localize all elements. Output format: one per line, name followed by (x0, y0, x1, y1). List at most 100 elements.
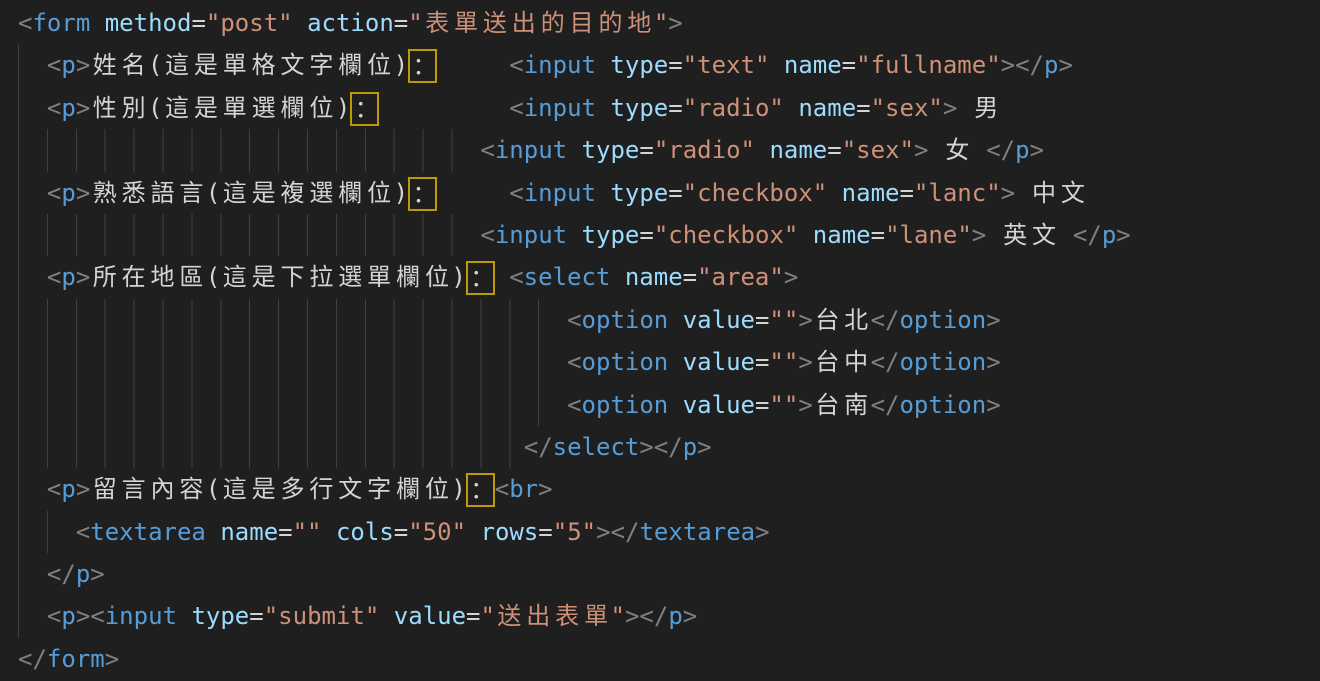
code-token-tag: p (61, 475, 75, 503)
cjk-char: 言 (119, 468, 148, 510)
code-token-tag: input (524, 94, 596, 122)
code-token-txt (379, 94, 509, 122)
cjk-char: 下 (278, 256, 307, 298)
cjk-char: 字 (307, 44, 336, 86)
code-token-txt (567, 136, 581, 164)
indent-guides (18, 341, 567, 383)
code-token-tag: input (524, 179, 596, 207)
code-token-txt (596, 94, 610, 122)
code-token-att: type (610, 94, 668, 122)
code-line-6[interactable]: <input type="checkbox" name="lane"> 英文 <… (18, 214, 1320, 256)
code-token-tag: textarea (639, 518, 755, 546)
code-token-opr: = (639, 221, 653, 249)
cjk-char: 南 (842, 384, 871, 426)
code-token-str: "表單送出的目的地" (408, 9, 668, 37)
code-token-txt (90, 9, 104, 37)
code-token-att: name (784, 51, 842, 79)
code-editor[interactable]: <form method="post" action="表單送出的目的地"> <… (0, 0, 1320, 681)
code-token-opr: = (899, 179, 913, 207)
code-line-7[interactable]: <p>所在地區(這是下拉選單欄位)： <select name="area"> (18, 256, 1320, 298)
code-token-brk: </ (18, 645, 47, 673)
code-token-txt: 台中 (813, 348, 871, 376)
indent-guides (18, 172, 47, 214)
code-line-2[interactable]: <p>姓名(這是單格文字欄位)： <input type="text" name… (18, 44, 1320, 86)
indent-guides (18, 214, 480, 256)
code-token-brk: > (1001, 51, 1015, 79)
cjk-char: ： (468, 475, 497, 505)
code-token-txt: 所在地區(這是下拉選單欄位) (90, 263, 466, 291)
code-token-opr: = (249, 602, 263, 630)
cjk-char: ： (468, 263, 497, 293)
code-token-brk: > (1116, 221, 1130, 249)
cjk-char: 單 (220, 44, 249, 86)
code-token-txt (798, 221, 812, 249)
code-token-brk: > (972, 221, 986, 249)
code-line-11[interactable]: </select></p> (18, 426, 1320, 468)
code-token-str: "sex" (871, 94, 943, 122)
cjk-char: 單 (582, 595, 611, 637)
code-token-att: name (625, 263, 683, 291)
code-line-12[interactable]: <p>留言內容(這是多行文字欄位)：<br> (18, 468, 1320, 510)
cjk-char: 位 (423, 468, 452, 510)
cjk-char: 中 (1030, 172, 1059, 214)
code-token-str: "5" (553, 518, 596, 546)
code-token-brk: < (47, 94, 61, 122)
cjk-char: ： (352, 94, 381, 124)
code-line-13[interactable]: <textarea name="" cols="50" rows="5"></t… (18, 511, 1320, 553)
code-token-txt: 性別(這是單選欄位) (90, 94, 350, 122)
code-line-16[interactable]: </form> (18, 638, 1320, 680)
cjk-char: 內 (148, 468, 177, 510)
code-token-tag: p (61, 602, 75, 630)
cjk-char: 文 (1030, 214, 1059, 256)
code-token-opr: = (842, 51, 856, 79)
code-token-str: "radio" (683, 94, 784, 122)
code-line-8[interactable]: <option value="">台北</option> (18, 299, 1320, 341)
cjk-char: 台 (813, 384, 842, 426)
code-token-opr: = (538, 518, 552, 546)
code-line-4[interactable]: <input type="radio" name="sex"> 女 </p> (18, 129, 1320, 171)
code-token-brk: > (755, 518, 769, 546)
code-token-opr: = (668, 94, 682, 122)
cjk-char: 欄 (278, 87, 307, 129)
code-line-9[interactable]: <option value="">台中</option> (18, 341, 1320, 383)
code-line-3[interactable]: <p>性別(這是單選欄位)： <input type="radio" name=… (18, 87, 1320, 129)
code-line-1[interactable]: <form method="post" action="表單送出的目的地"> (18, 2, 1320, 44)
code-token-opr: = (668, 51, 682, 79)
code-token-att: type (582, 136, 640, 164)
code-token-txt (668, 306, 682, 334)
code-token-brk: < (495, 475, 509, 503)
code-token-txt (495, 263, 509, 291)
code-token-att: name (842, 179, 900, 207)
cjk-char: 複 (278, 172, 307, 214)
code-token-att: name (220, 518, 278, 546)
code-line-14[interactable]: </p> (18, 553, 1320, 595)
code-token-brk: > (798, 391, 812, 419)
indent-guides (18, 511, 76, 553)
cjk-char: 女 (943, 129, 972, 171)
code-token-tag: option (899, 391, 986, 419)
code-token-brk: </ (611, 518, 640, 546)
code-token-brk: < (509, 94, 523, 122)
code-token-brk: > (1001, 179, 1015, 207)
code-token-str: "submit" (264, 602, 380, 630)
code-token-tag: form (47, 645, 105, 673)
code-token-txt (596, 179, 610, 207)
code-token-brk: </ (47, 560, 76, 588)
code-token-brk: > (76, 179, 90, 207)
code-line-5[interactable]: <p>熟悉語言(這是複選欄位)： <input type="checkbox" … (18, 172, 1320, 214)
cjk-char: 悉 (119, 172, 148, 214)
code-token-str: "radio" (654, 136, 755, 164)
code-token-tag: input (495, 136, 567, 164)
code-token-tag: p (668, 602, 682, 630)
cjk-char: ： (410, 51, 439, 81)
code-line-15[interactable]: <p><input type="submit" value="送出表單"></p… (18, 595, 1320, 637)
code-token-opr: = (668, 179, 682, 207)
cjk-char: 單 (220, 87, 249, 129)
code-token-str: "sex" (842, 136, 914, 164)
code-line-10[interactable]: <option value="">台南</option> (18, 384, 1320, 426)
code-token-str: "checkbox" (654, 221, 799, 249)
cjk-char: 欄 (336, 172, 365, 214)
code-token-tag: option (582, 348, 669, 376)
cjk-char: 這 (163, 44, 192, 86)
cjk-char: 這 (220, 468, 249, 510)
